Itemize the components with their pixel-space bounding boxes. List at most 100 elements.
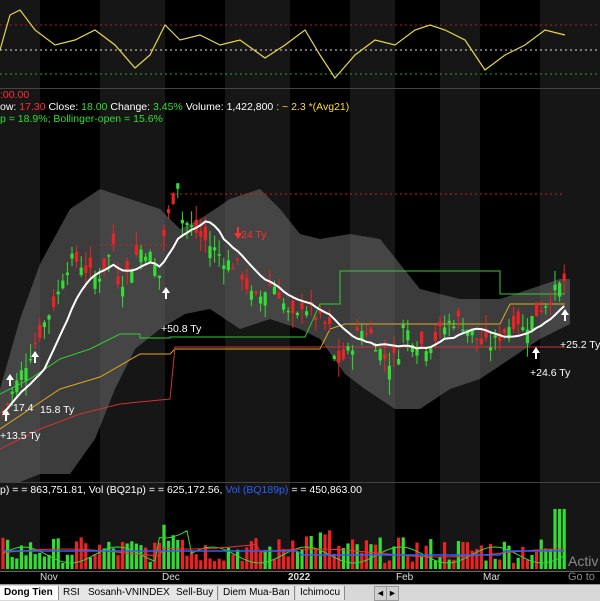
volume-bar (369, 544, 373, 569)
candle-down (84, 265, 88, 273)
candle-up (208, 246, 212, 259)
candle-down (539, 310, 543, 313)
candle-up (259, 296, 263, 304)
candle-down (231, 267, 235, 270)
candle-up (521, 327, 525, 331)
vol-blue-text: Vol (BQ189p) (225, 484, 289, 496)
candle-down (52, 296, 56, 308)
candle-up (378, 349, 382, 361)
candle-up (15, 380, 19, 393)
volume-bar (512, 562, 516, 569)
candle-down (392, 345, 396, 353)
candle-up (415, 348, 419, 356)
annotation-17-4: 17.4 (13, 402, 34, 414)
tab-diem-mua-ban[interactable]: Diem Mua-Ban (219, 586, 295, 600)
volume-bar (134, 543, 138, 569)
tab-next-button[interactable]: ► (386, 586, 399, 601)
volume-bar (562, 509, 566, 569)
candle-up (452, 326, 456, 328)
candle-down (291, 300, 295, 314)
volume-bar (259, 552, 263, 569)
low-label: ow: (0, 101, 17, 113)
volume-bar (392, 546, 396, 569)
volume-bar (167, 540, 171, 569)
annotation-24: 24 Ty (241, 229, 267, 241)
volume-bar (70, 554, 74, 569)
volume-bar (194, 554, 198, 569)
tab-sell-buy[interactable]: Sell-Buy (172, 586, 219, 600)
candle-up (121, 286, 125, 297)
volume-bar (539, 539, 543, 569)
candle-up (558, 283, 562, 297)
candle-up (544, 306, 548, 308)
volume-bar (447, 559, 451, 569)
volume-bar (272, 559, 276, 569)
volume-bar (121, 541, 125, 569)
vol-tail-text: = = 450,863.00 (291, 484, 362, 496)
volume-bar (240, 560, 244, 569)
activation-watermark: Activ Go to (568, 553, 598, 585)
candle-up (213, 247, 217, 251)
x-tick-2022: 2022 (288, 572, 311, 583)
candle-up (19, 370, 23, 380)
change-label: Change: (110, 101, 151, 113)
candle-down (236, 258, 240, 260)
candle-down (475, 338, 479, 341)
candle-up (107, 255, 111, 257)
bg-stripe (540, 0, 600, 88)
bg-stripe (225, 0, 290, 88)
candle-down (6, 403, 10, 406)
candle-down (38, 324, 42, 339)
volume-bar (254, 538, 258, 569)
tab-rsi[interactable]: RSI (59, 586, 85, 600)
volume-bar (406, 556, 410, 569)
candle-up (489, 347, 493, 351)
volume-bar (484, 560, 488, 569)
candle-up (10, 391, 14, 395)
volume-bar (548, 549, 552, 569)
volume-bar (38, 552, 42, 569)
candle-up (429, 348, 433, 354)
tab-dong-tien[interactable]: Dong Tien (0, 586, 59, 600)
x-tick-feb: Feb (396, 572, 414, 583)
annotation-24-6: +24.6 Ty (530, 367, 571, 379)
volume-bar (433, 560, 437, 569)
price-pane[interactable]: :00.00 ow: 17.30 Close: 18.00 Change: 3.… (0, 89, 600, 482)
volume-bar (24, 555, 28, 569)
volume-bar (535, 551, 539, 569)
price-chart (0, 89, 600, 482)
candle-down (323, 322, 327, 324)
candle-up (406, 330, 410, 341)
candle-down (240, 275, 244, 280)
candle-up (374, 350, 378, 352)
bg-stripe (0, 0, 40, 88)
tab-sosanh-vnindex[interactable]: Sosanh-VNINDEX (84, 586, 175, 600)
volume-bar (33, 554, 37, 569)
candle-down (116, 276, 120, 285)
volume-bar (387, 560, 391, 569)
volume-bar (332, 553, 336, 569)
candle-down (438, 321, 442, 327)
volume-pane[interactable]: p) = = 863,751.81, Vol (BQ21p) = = 625,1… (0, 483, 600, 571)
tab-ichimocu[interactable]: Ichimocu (296, 586, 346, 600)
volume-bar (236, 549, 240, 569)
volume-bar (525, 559, 529, 569)
bollinger-text: p = 18.9%; (0, 113, 51, 125)
candle-down (33, 342, 37, 345)
volume-bar (88, 557, 92, 569)
candle-up (401, 324, 405, 329)
watermark-line-2: Go to (568, 571, 595, 583)
candle-down (512, 315, 516, 330)
candle-down (516, 311, 520, 325)
candle-down (479, 338, 483, 345)
candle-down (111, 233, 115, 245)
rsi-chart (0, 0, 600, 88)
time-text: :00.00 (0, 89, 30, 101)
candle-down (535, 302, 539, 317)
volume-bar (42, 556, 46, 569)
rsi-pane[interactable] (0, 0, 600, 88)
candle-up (263, 292, 267, 306)
candle-down (369, 328, 373, 334)
volume-bar (415, 542, 419, 569)
candle-down (277, 291, 281, 299)
